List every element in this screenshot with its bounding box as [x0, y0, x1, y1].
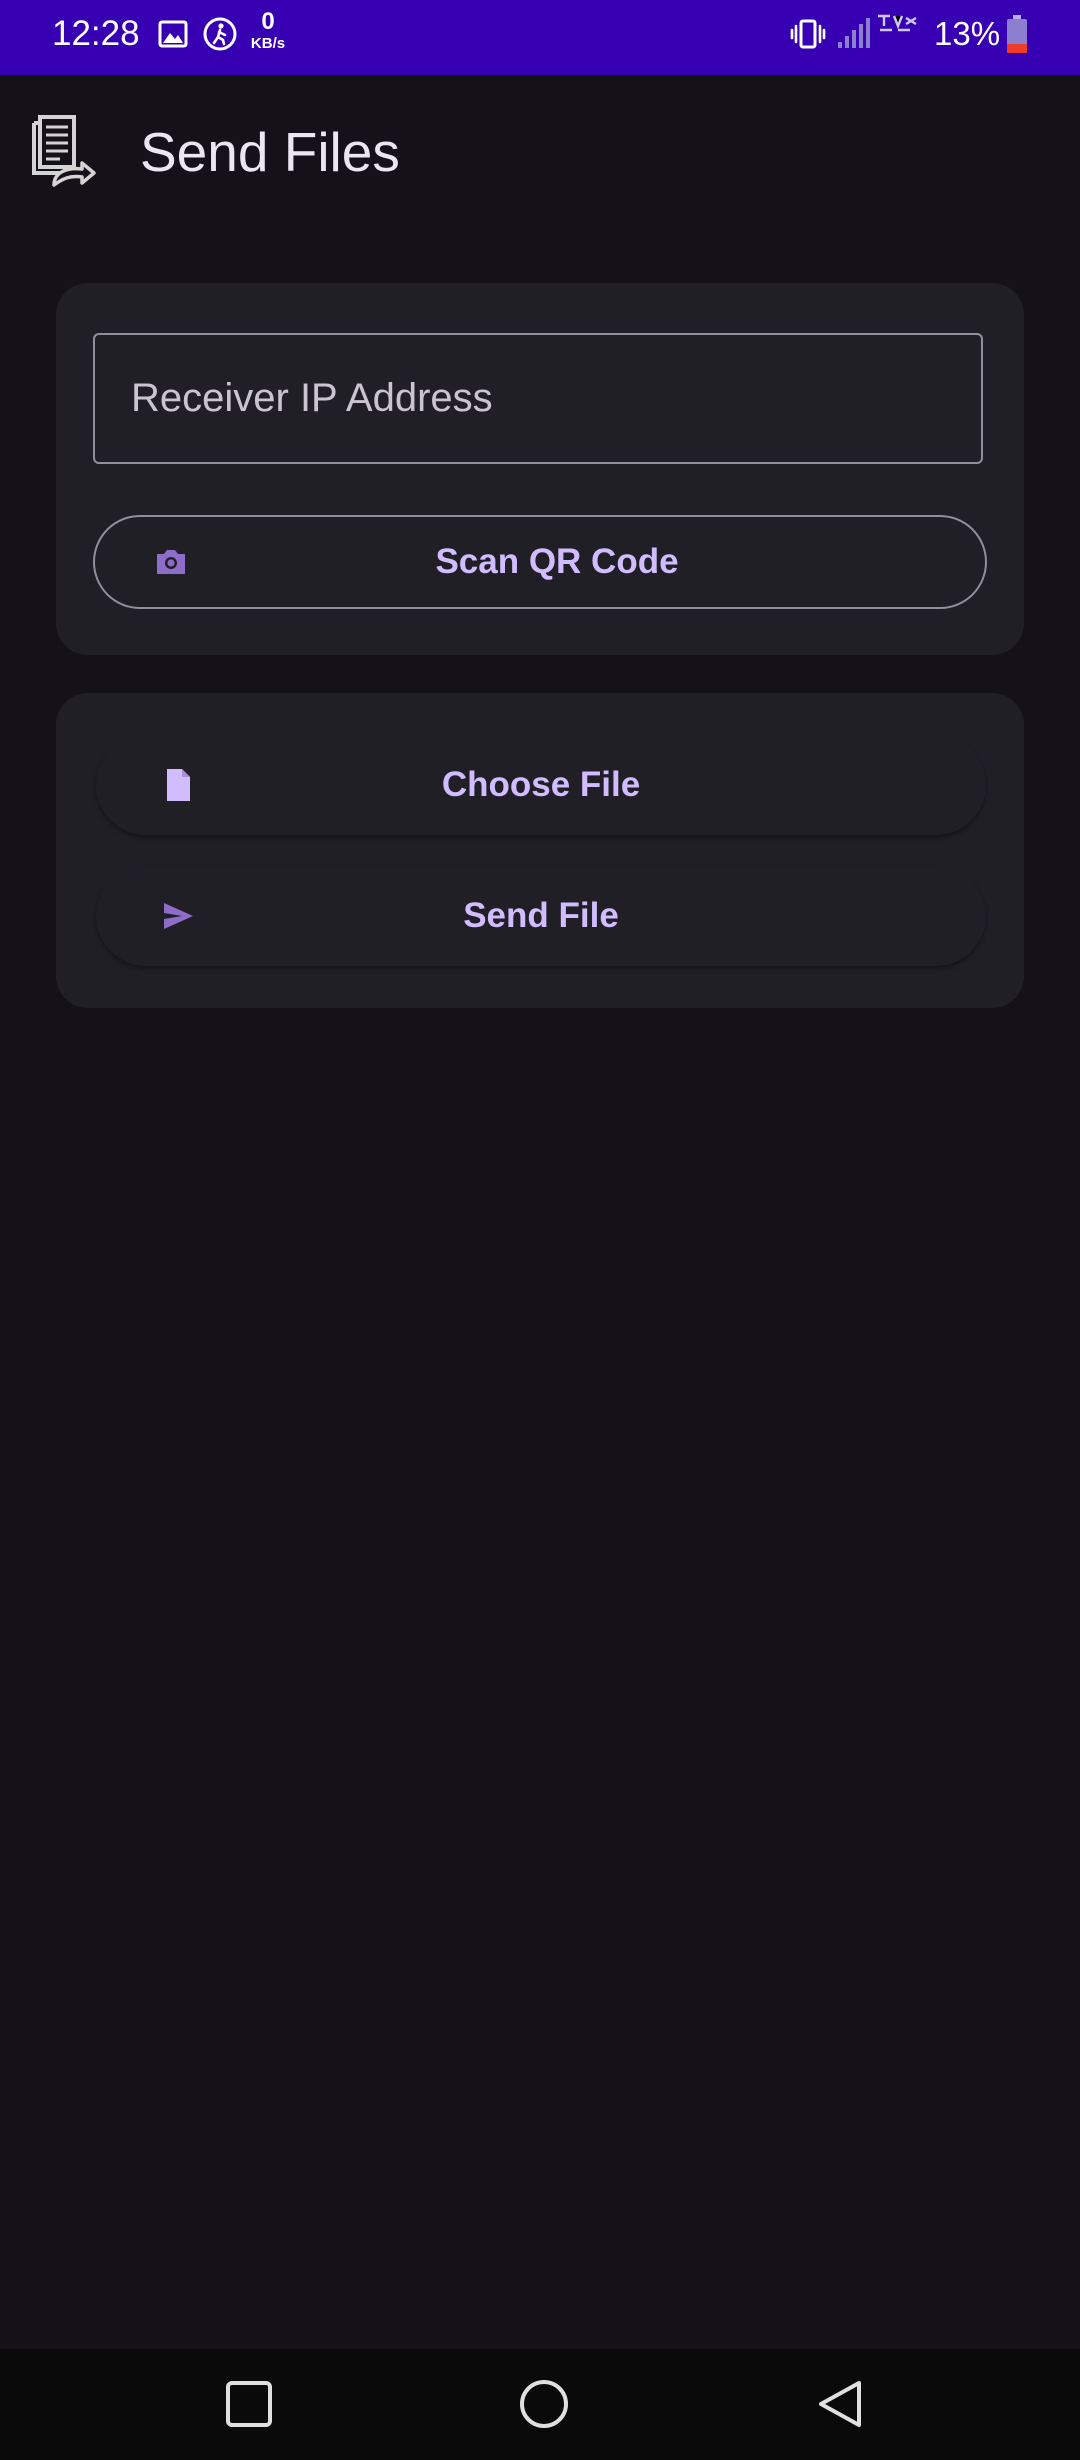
recents-icon[interactable] — [216, 2371, 282, 2437]
battery-percent: 13% — [934, 15, 1001, 52]
app-bar: Send Files — [0, 75, 1080, 230]
scan-qr-label: Scan QR Code — [435, 542, 679, 581]
connection-card: Scan QR Code — [56, 283, 1024, 655]
receiver-ip-field[interactable] — [93, 333, 983, 464]
status-time: 12:28 — [52, 14, 140, 53]
home-icon[interactable] — [511, 2371, 577, 2437]
scan-qr-button[interactable]: Scan QR Code — [93, 515, 987, 609]
battery-icon — [1007, 15, 1027, 53]
choose-file-button[interactable]: Choose File — [96, 735, 986, 835]
send-file-label: Send File — [463, 896, 619, 935]
file-card: Choose File Send File — [56, 693, 1024, 1008]
choose-file-label: Choose File — [441, 765, 641, 804]
network-speed-unit: KB/s — [250, 35, 286, 52]
signal-icon — [838, 14, 917, 48]
back-icon[interactable] — [807, 2371, 873, 2437]
receiver-ip-input[interactable] — [95, 335, 981, 462]
navigation-bar — [0, 2349, 1080, 2460]
network-speed: 0 KB/s — [246, 8, 290, 52]
document-share-icon — [32, 115, 96, 187]
vibrate-icon — [790, 19, 826, 49]
send-file-button[interactable]: Send File — [96, 866, 986, 966]
status-bar: 12:28 0 KB/s 13% — [0, 0, 1080, 75]
accessibility-icon — [203, 17, 237, 51]
image-icon — [158, 20, 188, 48]
page-title: Send Files — [140, 121, 400, 183]
network-speed-value: 0 — [261, 8, 275, 35]
